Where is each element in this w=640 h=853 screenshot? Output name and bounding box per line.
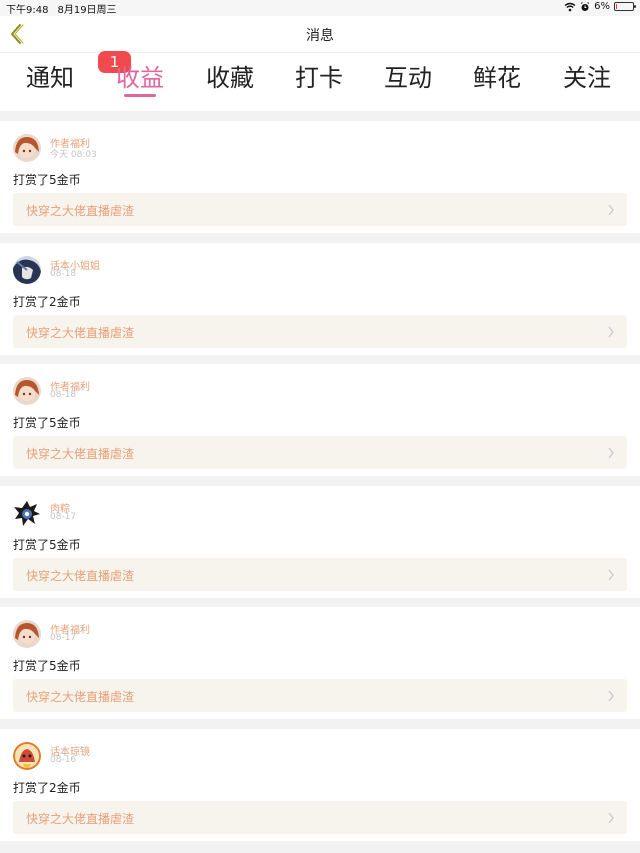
list-item: 话本小姐姐 08-18 打赏了2金币 快穿之大佬直播虐渣 xyxy=(0,242,640,355)
tab-notifications[interactable]: 通知 1 xyxy=(26,51,131,93)
alarm-icon xyxy=(580,1,590,11)
previous-card-edge xyxy=(0,103,640,111)
tab-label: 打卡 xyxy=(295,64,343,92)
avatar[interactable] xyxy=(13,498,41,527)
book-link[interactable]: 快穿之大佬直播虐渣 xyxy=(13,557,627,591)
message-text: 打赏了5金币 xyxy=(13,173,81,187)
tab-earnings[interactable]: 收益 xyxy=(116,58,164,97)
tab-label: 收益 xyxy=(116,64,164,92)
status-time: 下午9:48 xyxy=(6,5,49,16)
book-title: 快穿之大佬直播虐渣 xyxy=(26,568,135,583)
avatar[interactable] xyxy=(13,377,41,405)
list-item: 肉粽 08-17 打赏了5金币 快穿之大佬直播虐渣 xyxy=(0,485,640,598)
anime-girl-avatar-icon xyxy=(13,134,41,162)
status-left: 下午9:48 8月19日周三 xyxy=(6,1,126,16)
message-time: 08-18 xyxy=(50,268,77,279)
tab-checkin[interactable]: 打卡 xyxy=(295,58,343,93)
message-text: 打赏了5金币 xyxy=(13,659,81,673)
book-link[interactable]: 快穿之大佬直播虐渣 xyxy=(13,679,627,712)
status-date: 8月19日周三 xyxy=(57,5,117,16)
list-item: 作者福利 今天 08:03 打赏了5金币 快穿之大佬直播虐渣 xyxy=(0,121,640,233)
avatar[interactable] xyxy=(13,255,41,284)
tab-label: 鲜花 xyxy=(473,64,521,92)
tab-label: 互动 xyxy=(384,64,432,92)
list-gap xyxy=(0,111,640,121)
page-title: 消息 xyxy=(306,28,334,44)
anime-girl-avatar-icon xyxy=(13,620,41,648)
avatar[interactable] xyxy=(13,134,41,162)
anime-character-avatar-icon xyxy=(13,255,41,284)
chevron-right-icon xyxy=(608,690,614,702)
message-time: 08-17 xyxy=(50,511,77,522)
book-link[interactable]: 快穿之大佬直播虐渣 xyxy=(13,193,627,226)
wifi-icon xyxy=(564,2,576,11)
message-list: 作者福利 今天 08:03 打赏了5金币 快穿之大佬直播虐渣 话本小姐姐 08-… xyxy=(0,103,640,850)
message-time: 08-16 xyxy=(50,754,77,765)
status-right: 6% xyxy=(564,1,636,12)
list-item: 作者福利 08-17 打赏了5金币 快穿之大佬直播虐渣 xyxy=(0,607,640,719)
tab-label: 通知 xyxy=(26,64,74,92)
tab-flowers[interactable]: 鲜花 xyxy=(473,58,521,93)
avatar[interactable] xyxy=(13,741,41,770)
active-tab-indicator xyxy=(124,94,156,97)
message-time: 今天 08:03 xyxy=(50,150,97,160)
battery-percent: 6% xyxy=(594,1,610,12)
tab-favorites[interactable]: 收藏 xyxy=(206,58,254,93)
list-item: 话本琼镜 08-16 打赏了2金币 快穿之大佬直播虐渣 xyxy=(0,728,640,841)
message-text: 打赏了2金币 xyxy=(13,780,81,795)
avatar[interactable] xyxy=(13,620,41,648)
tab-following[interactable]: 关注 xyxy=(563,58,611,93)
book-link[interactable]: 快穿之大佬直播虐渣 xyxy=(13,436,627,469)
book-link[interactable]: 快穿之大佬直播虐渣 xyxy=(13,314,627,348)
cartoon-avatar-icon xyxy=(13,498,41,527)
chevron-right-icon xyxy=(608,569,614,580)
message-time: 08-17 xyxy=(50,633,77,643)
message-text: 打赏了2金币 xyxy=(13,294,81,309)
book-title: 快穿之大佬直播虐渣 xyxy=(26,447,135,461)
chevron-right-icon xyxy=(608,204,614,216)
messages-screen: 下午9:48 8月19日周三 6% 消息 通知 1 收益 收藏 打卡 互动 鲜花… xyxy=(0,0,640,853)
book-link[interactable]: 快穿之大佬直播虐渣 xyxy=(13,800,627,834)
tab-bar: 通知 1 收益 收藏 打卡 互动 鲜花 关注 xyxy=(0,51,640,103)
tab-label: 关注 xyxy=(563,64,611,92)
tab-interactions[interactable]: 互动 xyxy=(384,58,432,93)
book-title: 快穿之大佬直播虐渣 xyxy=(26,811,135,826)
status-bar: 下午9:48 8月19日周三 6% xyxy=(0,0,640,16)
message-time: 08-18 xyxy=(50,390,77,400)
message-text: 打赏了5金币 xyxy=(13,537,81,552)
book-title: 快穿之大佬直播虐渣 xyxy=(26,204,135,218)
nav-bar: 消息 xyxy=(0,16,640,53)
cartoon-mascot-avatar-icon xyxy=(13,741,41,770)
chevron-right-icon xyxy=(608,326,614,337)
battery-level xyxy=(616,4,617,9)
message-text: 打赏了5金币 xyxy=(13,416,81,430)
tab-label: 收藏 xyxy=(206,64,254,92)
chevron-right-icon xyxy=(608,447,614,459)
list-item: 作者福利 08-18 打赏了5金币 快穿之大佬直播虐渣 xyxy=(0,364,640,476)
book-title: 快穿之大佬直播虐渣 xyxy=(26,325,135,340)
chevron-right-icon xyxy=(608,812,614,823)
battery-icon xyxy=(614,2,636,11)
book-title: 快穿之大佬直播虐渣 xyxy=(26,690,135,704)
anime-girl-avatar-icon xyxy=(13,377,41,405)
